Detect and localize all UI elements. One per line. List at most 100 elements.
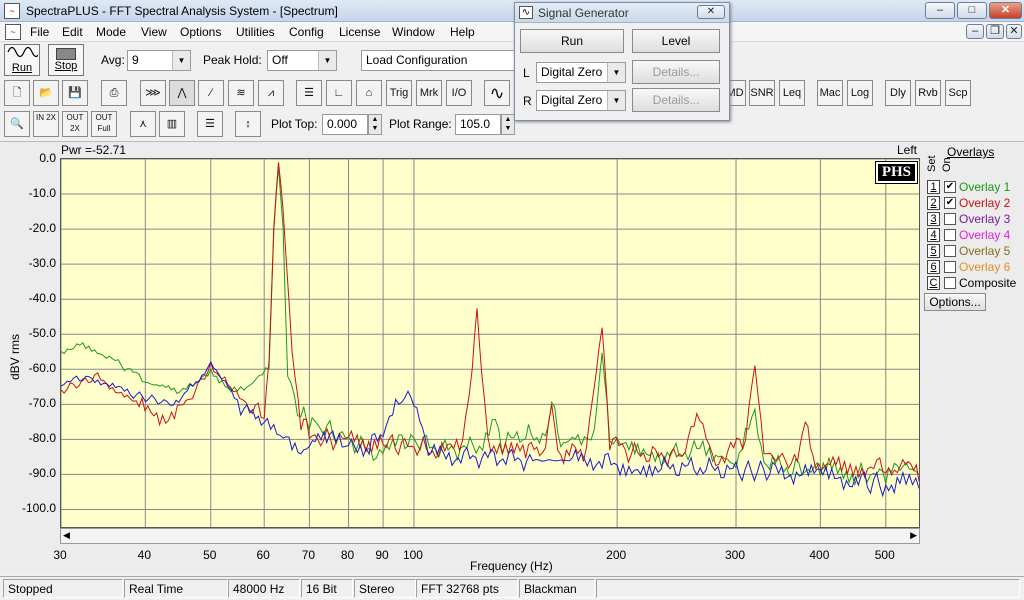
overlay-checkbox-C[interactable] — [944, 277, 956, 289]
scroll-left-icon[interactable]: ◀ — [63, 530, 70, 541]
axis-icon[interactable]: ∟ — [326, 80, 352, 106]
menu-mode[interactable]: Mode — [96, 25, 126, 39]
overlay-checkbox-4[interactable] — [944, 229, 956, 241]
weighting-icon[interactable]: ⌂ — [356, 80, 382, 106]
generator-icon[interactable]: ∿ — [484, 80, 510, 106]
overlay-checkbox-1[interactable]: ✔ — [944, 181, 956, 193]
mdi-close-button[interactable]: ✕ — [1006, 24, 1022, 39]
list-icon[interactable]: ☰ — [197, 111, 223, 137]
maximize-button[interactable]: □ — [957, 2, 987, 19]
minimize-button[interactable]: – — [925, 2, 955, 19]
vertical-scale-icon[interactable]: ↕ — [235, 111, 261, 137]
x-axis-label: Frequency (Hz) — [470, 559, 553, 573]
y-tick-label: -90.0 — [28, 466, 56, 481]
menu-utilities[interactable]: Utilities — [236, 25, 275, 39]
y-tick-label: -10.0 — [28, 186, 56, 201]
generator-run-button[interactable]: Run — [520, 29, 624, 53]
peak-hold-select[interactable]: Off ▼ — [267, 50, 337, 71]
menu-options[interactable]: Options — [180, 25, 221, 39]
3d-surface-icon[interactable]: ⩘ — [258, 80, 284, 106]
snr-button[interactable]: SNR — [749, 80, 775, 106]
overlay-set-C[interactable]: C — [927, 276, 940, 290]
overlay-checkbox-6[interactable] — [944, 261, 956, 273]
zoom-out-2x-button[interactable]: OUT 2X — [62, 111, 88, 137]
channel-label: Left — [897, 143, 918, 157]
mdi-restore-button[interactable]: ❐ — [986, 24, 1004, 39]
load-configuration-select[interactable]: Load Configuration — [361, 50, 521, 71]
table-icon[interactable]: ☰ — [296, 80, 322, 106]
overlay-checkbox-5[interactable] — [944, 245, 956, 257]
mrk-button[interactable]: Mrk — [416, 80, 442, 106]
plot-top-spinner[interactable]: ▲ ▼ — [368, 114, 382, 135]
scp-button[interactable]: Scp — [945, 80, 971, 106]
overlay-set-6[interactable]: 6 — [927, 260, 940, 274]
save-icon[interactable]: 💾 — [62, 80, 88, 106]
menu-file[interactable]: File — [30, 25, 49, 39]
mac-button[interactable]: Mac — [817, 80, 843, 106]
overlay-name: Overlay 5 — [959, 244, 1011, 258]
rvb-button[interactable]: Rvb — [915, 80, 941, 106]
menu-window[interactable]: Window — [392, 25, 435, 39]
status-sample-rate: 48000 Hz — [228, 579, 300, 598]
left-signal-select[interactable]: Digital Zero ▼ — [536, 62, 626, 83]
scroll-right-icon[interactable]: ▶ — [910, 530, 917, 541]
leq-button[interactable]: Leq — [779, 80, 805, 106]
left-details-button[interactable]: Details... — [632, 60, 720, 84]
mdi-minimize-button[interactable]: – — [966, 24, 984, 39]
series-line-1 — [61, 166, 919, 487]
right-signal-value: Digital Zero — [541, 93, 603, 107]
menu-license[interactable]: License — [339, 25, 380, 39]
print-icon[interactable]: ⎙ — [101, 80, 127, 106]
peak-hold-label: Peak Hold: — [203, 53, 262, 67]
overlay-checkbox-2[interactable]: ✔ — [944, 197, 956, 209]
line-graph-icon[interactable]: ⋏ — [130, 111, 156, 137]
menu-help[interactable]: Help — [450, 25, 475, 39]
open-folder-icon[interactable]: 📂 — [33, 80, 59, 106]
plot-top-input[interactable]: 0.000 — [322, 114, 368, 135]
y-tick-label: -20.0 — [28, 221, 56, 236]
spectrum-mode-icon[interactable]: ⋀ — [169, 80, 195, 106]
new-file-icon[interactable]: 🗋 — [4, 80, 30, 106]
x-tick-label: 500 — [874, 548, 895, 562]
close-button[interactable]: ✕ — [989, 2, 1022, 19]
overlay-set-2[interactable]: 2 — [927, 196, 940, 210]
io-button[interactable]: I/O — [446, 80, 472, 106]
plot-range-spinner[interactable]: ▲ ▼ — [501, 114, 515, 135]
overlay-name: Overlay 6 — [959, 260, 1011, 274]
overlay-checkbox-3[interactable] — [944, 213, 956, 225]
menu-edit[interactable]: Edit — [62, 25, 83, 39]
plot-range-input[interactable]: 105.0 — [455, 114, 501, 135]
menu-config[interactable]: Config — [289, 25, 324, 39]
left-channel-label: L — [523, 66, 530, 80]
run-button[interactable]: Run — [4, 44, 41, 76]
horizontal-scrollbar[interactable]: ◀ ▶ — [60, 528, 920, 544]
menu-view[interactable]: View — [141, 25, 167, 39]
status-channels: Stereo — [354, 579, 416, 598]
avg-value: 9 — [132, 53, 139, 67]
log-button[interactable]: Log — [847, 80, 873, 106]
zoom-out-full-button[interactable]: OUT Full — [91, 111, 117, 137]
spectrum-plot[interactable]: PHS — [60, 158, 920, 528]
overlay-set-5[interactable]: 5 — [927, 244, 940, 258]
zoom-icon[interactable]: 🔍 — [4, 111, 30, 137]
zoom-in-2x-button[interactable]: IN 2X — [33, 111, 59, 137]
spectrum-chart — [61, 159, 919, 527]
overlay-set-3[interactable]: 3 — [927, 212, 940, 226]
window-title: SpectraPLUS - FFT Spectral Analysis Syst… — [26, 4, 338, 18]
overlay-set-1[interactable]: 1 — [927, 180, 940, 194]
spectrogram-icon[interactable]: ≋ — [228, 80, 254, 106]
stop-button[interactable]: Stop — [48, 44, 84, 76]
avg-select[interactable]: 9 ▼ — [127, 50, 191, 71]
time-series-icon[interactable]: ⋙ — [140, 80, 166, 106]
trig-button[interactable]: Trig — [386, 80, 412, 106]
overlay-set-4[interactable]: 4 — [927, 228, 940, 242]
generator-level-button[interactable]: Level — [632, 29, 720, 53]
phase-icon[interactable]: ∕ — [198, 80, 224, 106]
bar-graph-icon[interactable]: ▥ — [159, 111, 185, 137]
right-details-button[interactable]: Details... — [632, 88, 720, 112]
right-signal-select[interactable]: Digital Zero ▼ — [536, 90, 626, 111]
signal-generator-close-icon[interactable]: ✕ — [697, 5, 725, 19]
overlay-options-button[interactable]: Options... — [924, 293, 986, 311]
dly-button[interactable]: Dly — [885, 80, 911, 106]
phs-logo: PHS — [874, 161, 919, 184]
